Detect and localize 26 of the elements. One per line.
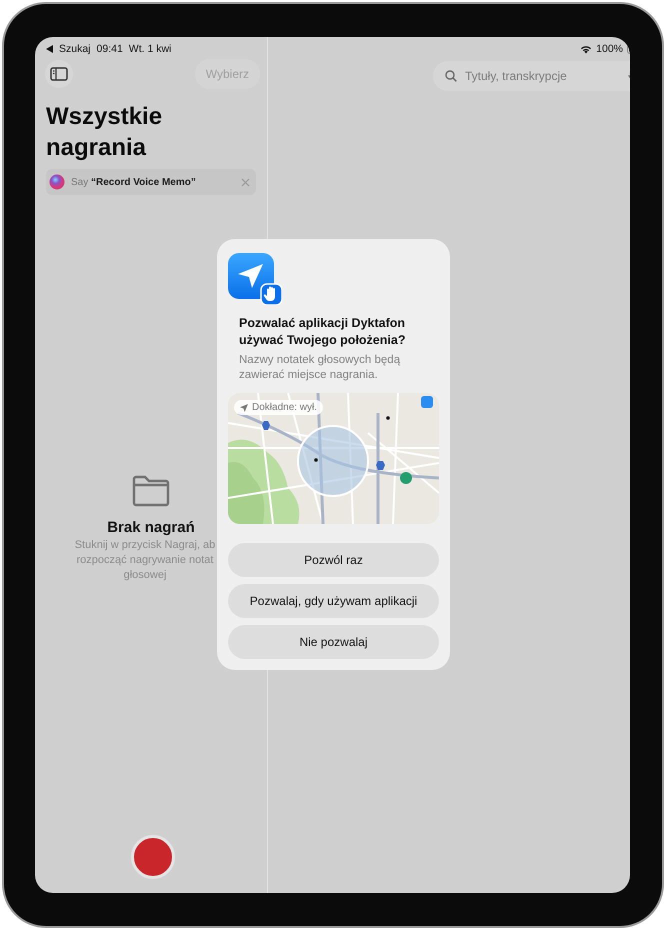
back-label[interactable]: Szukaj — [59, 43, 91, 55]
dialog-title: Pozwalać aplikacji Dyktafon używać Twojego położenia? — [239, 315, 406, 349]
sidebar-toggle-button[interactable] — [45, 60, 73, 88]
battery-percent: 100% — [596, 43, 623, 55]
empty-state-title: Brak nagrań — [107, 519, 195, 536]
empty-state-message: Stuknij w przycisk Nagraj, ab rozpocząć nagrywanie notat głosowej — [74, 538, 216, 583]
dialog-option-button[interactable]: Pozwól raz — [228, 543, 439, 577]
folder-icon — [131, 475, 171, 507]
wifi-icon — [580, 44, 592, 54]
search-icon — [445, 70, 457, 82]
status-time: 09:41 — [96, 43, 123, 55]
record-button[interactable] — [131, 835, 175, 879]
precise-location-chip[interactable]: Dokładne: wył. — [234, 400, 324, 415]
page-title: Wszystkie nagrania — [46, 102, 164, 163]
search-field[interactable]: Tytuły, transkrypcje — [463, 68, 622, 84]
dialog-option-button[interactable]: Pozwalaj, gdy używam aplikacji — [228, 584, 439, 618]
location-arrow-app-icon — [228, 253, 282, 305]
siri-tip-text: Say “Record Voice Memo” — [71, 176, 197, 188]
back-icon[interactable] — [46, 45, 53, 53]
dialog-option-button[interactable]: Nie pozwalaj — [228, 625, 439, 659]
siri-orb-icon — [49, 174, 65, 190]
sidebar-icon — [50, 67, 68, 81]
location-arrow-icon — [240, 404, 248, 412]
search-bar[interactable]: Tytuły, transkrypcje — [433, 61, 630, 91]
dialog-message: Nazwy notatek głosowych będą zawierać miejsce nagrania. — [239, 353, 402, 383]
status-date: Wt. 1 kwi — [128, 43, 172, 55]
